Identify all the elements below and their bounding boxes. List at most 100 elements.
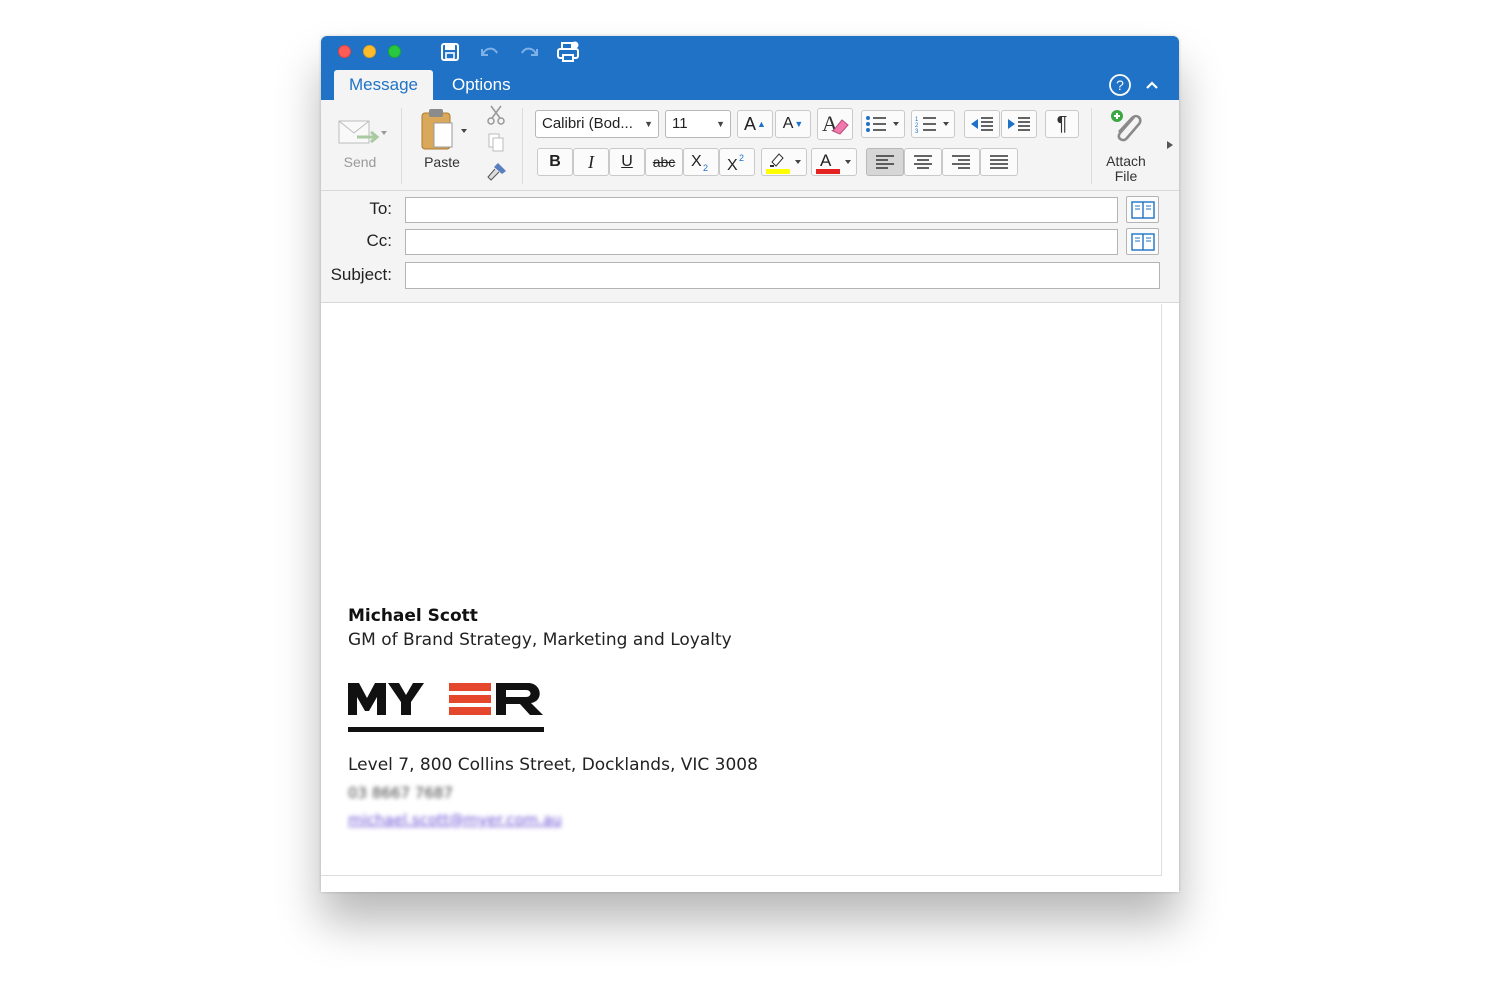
message-headers: To: Cc: Subject: [321,191,1179,303]
pilcrow-icon: ¶ [1056,112,1068,135]
highlighter-icon [766,153,801,174]
strikethrough-button[interactable]: abc [645,148,683,176]
font-color-button[interactable]: A [811,148,857,176]
strikethrough-glyph: abc [652,154,676,170]
align-left-icon [876,155,894,169]
message-body[interactable]: Michael Scott GM of Brand Strategy, Mark… [321,304,1162,876]
svg-text:3: 3 [915,129,919,134]
attach-label-line2: File [1114,168,1138,184]
undo-icon[interactable] [477,40,501,64]
send-label: Send [343,154,377,170]
grow-font-icon: ▲ [757,119,766,129]
copy-icon[interactable] [483,132,509,154]
align-center-button[interactable] [904,148,942,176]
title-bar: Message Options ? [321,36,1179,100]
svg-text:A: A [820,151,832,170]
tab-options[interactable]: Options [437,70,526,100]
numbered-list-icon: 123 [915,117,949,134]
grow-font-glyph: A [744,113,757,134]
increase-indent-button[interactable] [1001,110,1037,138]
italic-glyph: I [588,151,594,172]
shrink-font-button[interactable]: A ▼ [775,110,811,138]
superscript-button[interactable]: X2 [719,148,755,176]
underline-button[interactable]: U [609,148,645,176]
subscript-icon: X2 [691,153,708,172]
justify-icon [990,155,1008,169]
font-color-icon: A [816,151,851,174]
bold-button[interactable]: B [537,148,573,176]
font-name-value: Calibri (Bod... [542,115,633,132]
align-center-icon [914,155,932,169]
justify-button[interactable] [980,148,1018,176]
cc-address-book-button[interactable] [1126,228,1159,255]
attach-file-label: Attach File [1098,154,1154,184]
bullet-list-icon [866,116,899,132]
minimize-window-button[interactable] [363,45,376,58]
ribbon-overflow-icon[interactable] [1163,138,1177,152]
chevron-down-icon: ▼ [644,119,653,129]
signature-phone: 03 8667 7687 [348,784,453,802]
svg-text:2: 2 [703,163,708,172]
redo-icon[interactable] [518,40,542,64]
separator [522,108,523,184]
subject-label: Subject: [330,265,392,284]
signature-address: Level 7, 800 Collins Street, Docklands, … [348,755,758,775]
separator [401,108,402,184]
align-left-button[interactable] [866,148,904,176]
font-name-select[interactable]: Calibri (Bod... ▼ [535,110,659,138]
to-field[interactable] [405,197,1118,223]
numbering-button[interactable]: 123 [911,110,955,138]
subscript-button[interactable]: X2 [683,148,719,176]
bold-glyph: B [549,153,561,170]
signature-name: Michael Scott [348,606,478,626]
chevron-down-icon: ▼ [716,119,725,129]
close-window-button[interactable] [338,45,351,58]
separator [1091,108,1092,184]
paperclip-icon [1111,110,1142,142]
svg-text:?: ? [1116,77,1124,93]
cc-field[interactable] [405,229,1118,255]
zoom-window-button[interactable] [388,45,401,58]
attach-file-button[interactable] [1103,106,1149,148]
show-formatting-button[interactable]: ¶ [1045,110,1079,138]
cut-icon[interactable] [483,104,509,126]
svg-text:X: X [691,153,702,170]
print-icon[interactable] [556,40,580,64]
to-label: To: [369,199,392,218]
paste-button[interactable] [415,106,473,154]
superscript-icon: X2 [727,153,744,172]
font-size-select[interactable]: 11 ▼ [665,110,731,138]
signature-title: GM of Brand Strategy, Marketing and Loya… [348,630,732,650]
tab-message[interactable]: Message [334,70,433,100]
underline-glyph: U [621,153,633,170]
paste-label: Paste [424,154,460,170]
ribbon: Send Paste Calibri (Bod... ▼ 11 ▼ A ▲ A … [321,100,1179,191]
grow-font-button[interactable]: A ▲ [737,110,773,138]
subject-field[interactable] [405,262,1160,289]
svg-text:X: X [727,157,738,172]
send-button[interactable] [333,110,389,150]
clear-formatting-icon: A [822,111,849,136]
attach-label-line1: Attach [1106,153,1146,169]
decrease-indent-button[interactable] [964,110,1000,138]
decrease-indent-icon [971,117,993,131]
highlight-button[interactable] [761,148,807,176]
svg-text:2: 2 [739,153,744,163]
collapse-ribbon-icon[interactable] [1139,72,1165,98]
align-right-button[interactable] [942,148,980,176]
bullets-button[interactable] [861,110,905,138]
clear-formatting-button[interactable]: A [817,108,853,140]
outlook-compose-window: Message Options ? Send Paste Calibri (Bo… [321,36,1179,892]
save-icon[interactable] [438,40,462,64]
cc-label: Cc: [366,231,393,250]
to-address-book-button[interactable] [1126,196,1159,223]
shrink-font-icon: ▼ [794,119,804,129]
signature-email-link[interactable]: michael.scott@myer.com.au [348,811,562,829]
italic-button[interactable]: I [573,148,609,176]
format-painter-icon[interactable] [483,160,509,184]
address-book-icon [1130,200,1155,219]
font-size-value: 11 [672,115,688,132]
align-right-icon [952,155,970,169]
shrink-font-glyph: A [782,115,794,132]
help-icon[interactable]: ? [1107,72,1133,98]
